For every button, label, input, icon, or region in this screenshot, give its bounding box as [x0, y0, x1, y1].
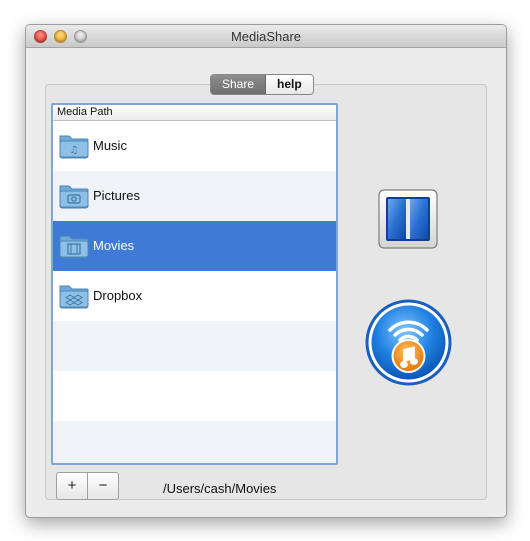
media-path-list[interactable]: Media Path ♫ Music Pictures Movies Dropb…	[51, 103, 338, 465]
list-item-label: Music	[93, 138, 127, 153]
remove-path-button[interactable]: −	[87, 472, 119, 500]
movies-folder-icon	[59, 235, 89, 259]
pictures-folder-icon	[59, 185, 89, 209]
music-folder-icon: ♫	[59, 135, 89, 159]
list-item-pictures[interactable]: Pictures	[53, 171, 336, 221]
list-item-label: Movies	[93, 238, 135, 253]
tab-share[interactable]: Share	[211, 75, 267, 94]
list-item-label: Pictures	[93, 188, 140, 203]
list-item-empty	[53, 321, 336, 371]
pause-button[interactable]	[378, 189, 438, 249]
list-item-music[interactable]: ♫ Music	[53, 121, 336, 171]
list-item-empty	[53, 421, 336, 463]
list-item-label: Dropbox	[93, 288, 143, 303]
list-item-dropbox[interactable]: Dropbox	[53, 271, 336, 321]
add-path-button[interactable]: +	[56, 472, 88, 500]
selected-path-label: /Users/cash/Movies	[163, 481, 277, 496]
title-bar[interactable]: MediaShare	[26, 25, 506, 48]
list-item-movies[interactable]: Movies	[53, 221, 336, 271]
dropbox-folder-icon	[59, 285, 89, 309]
list-item-empty	[53, 371, 336, 421]
column-header-media-path[interactable]: Media Path	[53, 105, 336, 121]
window-title: MediaShare	[230, 29, 302, 44]
itunes-share-button[interactable]	[364, 298, 453, 387]
tab-help[interactable]: help	[266, 75, 313, 94]
tab-control: Share help	[210, 74, 314, 95]
mediashare-window: MediaShare Share help Media Path ♫ Music…	[25, 24, 507, 518]
svg-text:♫: ♫	[70, 145, 79, 156]
